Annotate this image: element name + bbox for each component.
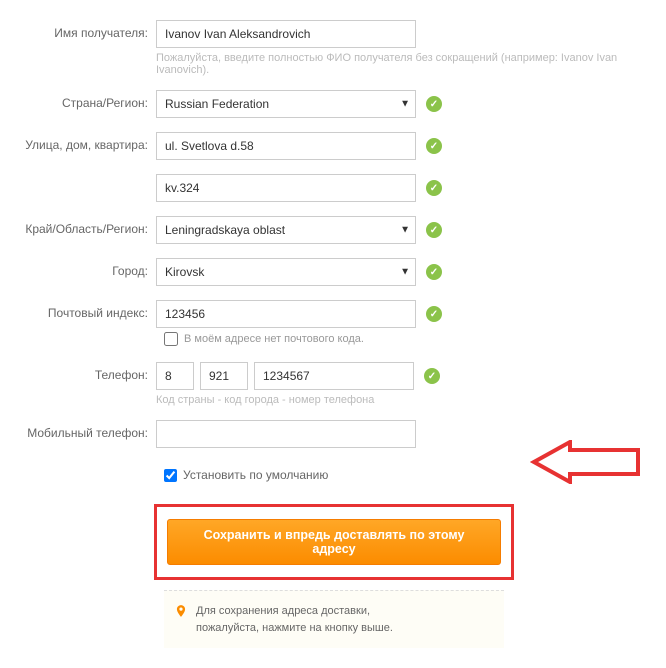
phone-area-code-input[interactable] <box>200 362 248 390</box>
label-mobile: Мобильный телефон: <box>0 420 156 440</box>
highlight-box: Сохранить и впредь доставлять по этому а… <box>154 504 514 580</box>
city-select[interactable]: Kirovsk <box>156 258 416 286</box>
default-checkbox[interactable] <box>164 469 177 482</box>
label-region: Край/Область/Регион: <box>0 216 156 236</box>
check-icon: ✓ <box>426 306 442 322</box>
row-city: Город: Kirovsk ▼ ✓ <box>0 258 636 286</box>
recipient-input[interactable] <box>156 20 416 48</box>
phone-country-code-input[interactable] <box>156 362 194 390</box>
no-postal-checkbox[interactable] <box>164 332 178 346</box>
no-postal-row: В моём адресе нет почтового кода. <box>164 332 636 346</box>
street-input-2[interactable] <box>156 174 416 202</box>
label-country: Страна/Регион: <box>0 90 156 110</box>
row-phone: Телефон: ✓ Код страны - код города - ном… <box>0 362 636 406</box>
label-phone: Телефон: <box>0 362 156 382</box>
label-city: Город: <box>0 258 156 278</box>
row-country: Страна/Регион: Russian Federation ▼ ✓ <box>0 90 636 118</box>
notice-line-2: пожалуйста, нажмите на кнопку выше. <box>196 620 393 637</box>
check-icon: ✓ <box>426 222 442 238</box>
label-street: Улица, дом, квартира: <box>0 132 156 152</box>
phone-number-input[interactable] <box>254 362 414 390</box>
check-icon: ✓ <box>426 264 442 280</box>
pin-icon <box>174 604 188 618</box>
recipient-hint: Пожалуйста, введите полностью ФИО получа… <box>156 52 636 76</box>
label-postal: Почтовый индекс: <box>0 300 156 320</box>
label-recipient: Имя получателя: <box>0 20 156 40</box>
no-postal-label: В моём адресе нет почтового кода. <box>184 333 364 345</box>
default-checkbox-label: Установить по умолчанию <box>183 468 328 482</box>
save-button[interactable]: Сохранить и впредь доставлять по этому а… <box>167 519 501 565</box>
notice-line-1: Для сохранения адреса доставки, <box>196 603 393 620</box>
phone-hint: Код страны - код города - номер телефона <box>156 394 636 406</box>
check-icon: ✓ <box>426 138 442 154</box>
postal-input[interactable] <box>156 300 416 328</box>
row-recipient: Имя получателя: Пожалуйста, введите полн… <box>0 20 636 76</box>
row-postal: Почтовый индекс: ✓ <box>0 300 636 328</box>
row-street2: ✓ <box>0 174 636 202</box>
check-icon: ✓ <box>424 368 440 384</box>
row-street: Улица, дом, квартира: ✓ <box>0 132 636 160</box>
address-form: Имя получателя: Пожалуйста, введите полн… <box>0 0 666 668</box>
arrow-annotation-icon <box>530 440 640 487</box>
region-select[interactable]: Leningradskaya oblast <box>156 216 416 244</box>
mobile-input[interactable] <box>156 420 416 448</box>
street-input-1[interactable] <box>156 132 416 160</box>
country-select[interactable]: Russian Federation <box>156 90 416 118</box>
check-icon: ✓ <box>426 180 442 196</box>
save-notice: Для сохранения адреса доставки, пожалуйс… <box>164 590 504 648</box>
check-icon: ✓ <box>426 96 442 112</box>
row-region: Край/Область/Регион: Leningradskaya obla… <box>0 216 636 244</box>
